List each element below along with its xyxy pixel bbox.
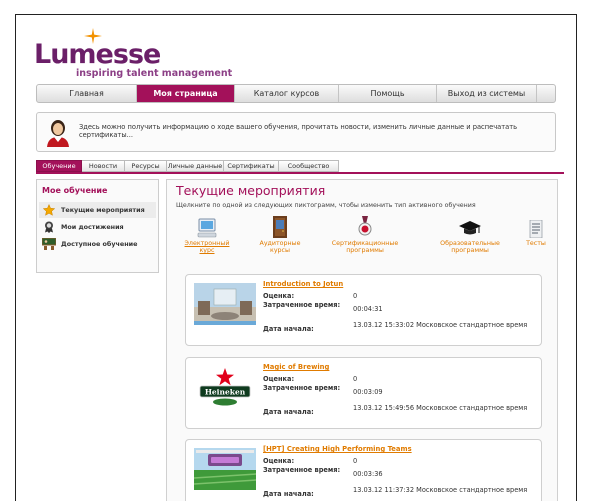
type-label: Аудиторные курсы — [259, 240, 301, 254]
nav-course-catalog[interactable]: Каталог курсов — [235, 85, 339, 102]
nav-home[interactable]: Главная — [37, 85, 137, 102]
learning-type-selector: Электронный курс Аудиторные курсы Сертиф… — [167, 216, 557, 260]
tabs-divider — [36, 172, 564, 174]
type-label: Тесты — [526, 240, 546, 247]
star-icon — [42, 204, 56, 216]
score-label: Оценка: — [263, 292, 295, 300]
course-title-link[interactable]: Introduction to Jotun — [263, 280, 343, 288]
score-value: 0 — [353, 457, 358, 465]
tab-resources[interactable]: Ресурсы — [125, 160, 167, 172]
user-avatar-icon — [47, 120, 69, 147]
type-education-programs[interactable]: Образовательные программы — [431, 216, 509, 254]
tab-certificates[interactable]: Сертификаты — [224, 160, 279, 172]
brand-tagline: inspiring talent management — [76, 68, 233, 79]
score-value: 0 — [353, 375, 358, 383]
door-icon — [250, 216, 310, 238]
type-label: Образовательные программы — [440, 240, 500, 254]
brand-name: Lumesse — [34, 39, 161, 70]
graduation-cap-icon — [431, 216, 509, 238]
course-title-link[interactable]: [HPT] Creating High Performing Teams — [263, 445, 412, 453]
time-spent-label: Затраченное время: — [263, 301, 341, 309]
page-title: Текущие мероприятия — [176, 183, 326, 198]
main-content: Текущие мероприятия Щелкните по одной из… — [166, 179, 558, 501]
sidebar-item-label: Мои достижения — [61, 223, 124, 231]
course-card: Heineken Magic of Brewing Оценка: 0 Затр… — [185, 357, 542, 429]
type-tests[interactable]: Тесты — [519, 216, 553, 247]
start-date-label: Дата начала: — [263, 490, 314, 498]
teams-thumbnail — [194, 448, 256, 490]
main-navigation: Главная Моя страница Каталог курсов Помо… — [36, 84, 556, 103]
start-date-label: Дата начала: — [263, 325, 314, 333]
time-spent-value: 00:03:36 — [353, 470, 383, 478]
type-classroom[interactable]: Аудиторные курсы — [250, 216, 310, 254]
course-card: Introduction to Jotun Оценка: 0 Затрачен… — [185, 274, 542, 346]
type-label: Сертификационные программы — [331, 240, 399, 254]
time-spent-label: Затраченное время: — [263, 466, 341, 474]
nav-logout[interactable]: Выход из системы — [437, 85, 537, 102]
score-label: Оценка: — [263, 457, 295, 465]
tab-community[interactable]: Сообщество — [279, 160, 339, 172]
page-frame: Lumesse inspiring talent management Глав… — [15, 14, 577, 501]
page-subtitle: Щелкните по одной из следующих пиктограм… — [176, 202, 476, 209]
tab-personal-data[interactable]: Личные данные — [167, 160, 224, 172]
type-elearning[interactable]: Электронный курс — [181, 216, 233, 254]
medal-icon — [42, 221, 56, 233]
time-spent-value: 00:03:09 — [353, 388, 383, 396]
start-date-label: Дата начала: — [263, 408, 314, 416]
nav-my-page[interactable]: Моя страница — [137, 85, 235, 102]
type-label: Электронный курс — [184, 240, 230, 254]
nav-help[interactable]: Помощь — [339, 85, 437, 102]
sidebar-title: Мое обучение — [42, 186, 108, 195]
svg-text:Heineken: Heineken — [205, 388, 246, 397]
info-panel: Здесь можно получить информацию о ходе в… — [36, 112, 556, 152]
classroom-icon — [42, 238, 56, 250]
course-card: [HPT] Creating High Performing Teams Оце… — [185, 439, 542, 501]
info-text: Здесь можно получить информацию о ходе в… — [79, 123, 518, 139]
sidebar-item-available-learning[interactable]: Доступное обучение — [39, 236, 156, 252]
sidebar-item-label: Доступное обучение — [61, 240, 138, 248]
sidebar-item-achievements[interactable]: Мои достижения — [39, 219, 156, 235]
sidebar-item-current-activities[interactable]: Текущие мероприятия — [39, 202, 156, 218]
time-spent-value: 00:04:31 — [353, 305, 383, 313]
course-title-link[interactable]: Magic of Brewing — [263, 363, 329, 371]
score-value: 0 — [353, 292, 358, 300]
brand-logo[interactable]: Lumesse inspiring talent management — [34, 28, 234, 80]
tab-learning[interactable]: Обучение — [36, 160, 82, 172]
tab-news[interactable]: Новости — [82, 160, 125, 172]
certificate-icon — [327, 216, 403, 238]
computer-icon — [181, 216, 233, 238]
sidebar: Мое обучение Текущие мероприятия Мои дос… — [36, 179, 159, 273]
room-thumbnail — [194, 283, 256, 325]
start-date-value: 13.03.12 11:37:32 Московское стандартное… — [353, 486, 528, 494]
time-spent-label: Затраченное время: — [263, 384, 341, 392]
sidebar-item-label: Текущие мероприятия — [61, 206, 145, 214]
heineken-logo: Heineken — [194, 366, 256, 408]
start-date-value: 13.03.12 15:49:56 Московское стандартное… — [353, 404, 528, 412]
type-certification[interactable]: Сертификационные программы — [327, 216, 403, 254]
start-date-value: 13.03.12 15:33:02 Московское стандартное… — [353, 321, 528, 329]
section-tabs: Обучение Новости Ресурсы Личные данные С… — [36, 160, 339, 172]
score-label: Оценка: — [263, 375, 295, 383]
test-sheet-icon — [519, 216, 553, 238]
